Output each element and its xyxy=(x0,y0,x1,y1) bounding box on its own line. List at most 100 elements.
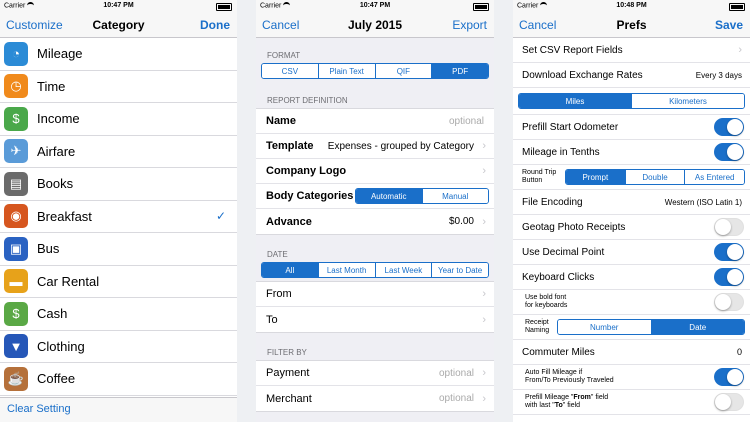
chevron-right-icon: › xyxy=(482,140,486,152)
category-label: Bus xyxy=(37,241,60,257)
template-label: Template xyxy=(266,140,314,152)
advance-row[interactable]: Advance $0.00 › xyxy=(256,209,494,234)
category-row-cash[interactable]: $ Cash xyxy=(0,298,237,331)
decimal-point-toggle[interactable] xyxy=(714,243,744,261)
category-label: Time xyxy=(37,78,66,94)
done-button[interactable]: Done xyxy=(200,18,230,32)
format-option-qif[interactable]: QIF xyxy=(374,64,432,78)
exchange-rates-row[interactable]: Download Exchange Rates Every 3 days xyxy=(513,63,750,88)
prefill-odometer-toggle[interactable] xyxy=(714,118,744,136)
format-option-plain-text[interactable]: Plain Text xyxy=(317,64,375,78)
category-row-breakfast[interactable]: ◉ Breakfast ✓ xyxy=(0,201,237,233)
company-logo-label: Company Logo xyxy=(266,165,347,177)
geotag-toggle[interactable] xyxy=(714,218,744,236)
chevron-right-icon: › xyxy=(738,44,742,56)
commuter-miles-row[interactable]: Commuter Miles 0 xyxy=(513,340,750,365)
body-option-manual[interactable]: Manual xyxy=(421,189,488,203)
prefill-from-label: Prefill Mileage "From" field with last "… xyxy=(525,394,609,409)
date-option-year-to-date[interactable]: Year to Date xyxy=(431,263,488,277)
book-icon: ▤ xyxy=(4,171,28,196)
prefill-from-toggle[interactable] xyxy=(714,393,744,411)
report-definition-header: REPORT DEFINITION xyxy=(267,96,348,105)
category-row-airfare[interactable]: ✈ Airfare xyxy=(0,136,237,168)
keyboard-clicks-row: Keyboard Clicks xyxy=(513,265,750,290)
screen-gap-right xyxy=(494,0,513,422)
autofill-toggle[interactable] xyxy=(714,368,744,386)
speedometer-icon: ◔ xyxy=(4,41,28,66)
filter-section-header: FILTER BY xyxy=(267,348,307,357)
battery-icon xyxy=(729,3,745,11)
decimal-point-row: Use Decimal Point xyxy=(513,240,750,265)
round-trip-option-prompt[interactable]: Prompt xyxy=(566,170,625,184)
geotag-label: Geotag Photo Receipts xyxy=(522,221,626,233)
name-input[interactable]: optional xyxy=(449,116,484,127)
file-encoding-row[interactable]: File Encoding Western (ISO Latin 1) xyxy=(513,190,750,215)
format-option-csv[interactable]: CSV xyxy=(262,64,318,78)
template-row[interactable]: Template Expenses - grouped by Category … xyxy=(256,134,494,159)
category-label: Mileage xyxy=(37,46,83,62)
chevron-right-icon: › xyxy=(482,165,486,177)
units-wrap: Miles Kilometers xyxy=(513,88,750,115)
units-option-miles[interactable]: Miles xyxy=(519,94,631,108)
receipt-option-number[interactable]: Number xyxy=(558,320,651,334)
category-row-coffee[interactable]: ☕ Coffee xyxy=(0,363,237,396)
body-categories-row: Body Categories Automatic Manual xyxy=(256,184,494,209)
body-categories-label: Body Categories xyxy=(266,190,354,202)
nav-bar: Cancel July 2015 Export xyxy=(256,13,494,38)
category-screen: Carrier 10:47 PM Customize Category Done… xyxy=(0,0,237,422)
date-option-last-month[interactable]: Last Month xyxy=(317,263,375,277)
keyboard-clicks-toggle[interactable] xyxy=(714,268,744,286)
round-trip-option-as-entered[interactable]: As Entered xyxy=(684,170,744,184)
body-option-automatic[interactable]: Automatic xyxy=(356,189,422,203)
cash-icon: $ xyxy=(4,301,28,326)
format-option-pdf[interactable]: PDF xyxy=(431,64,488,78)
date-option-last-week[interactable]: Last Week xyxy=(374,263,432,277)
body-categories-segmented-control: Automatic Manual xyxy=(355,188,489,204)
category-row-books[interactable]: ▤ Books xyxy=(0,168,237,201)
payment-input[interactable]: optional xyxy=(439,368,474,379)
merchant-input[interactable]: optional xyxy=(439,393,474,404)
file-encoding-value: Western (ISO Latin 1) xyxy=(664,197,742,207)
export-button[interactable]: Export xyxy=(452,18,487,32)
units-option-kilometers[interactable]: Kilometers xyxy=(631,94,744,108)
category-label: Breakfast xyxy=(37,208,92,224)
units-segmented-control: Miles Kilometers xyxy=(518,93,745,109)
category-row-mileage[interactable]: ◔ Mileage xyxy=(0,38,237,71)
exchange-rates-value: Every 3 days xyxy=(695,70,742,80)
nav-bar: Cancel Prefs Save xyxy=(513,13,750,38)
bold-font-toggle[interactable] xyxy=(714,293,744,311)
from-row[interactable]: From › xyxy=(256,282,494,307)
checkmark-icon: ✓ xyxy=(215,209,226,224)
bus-icon: ▣ xyxy=(4,236,28,261)
round-trip-label: Round Trip Button xyxy=(522,169,557,184)
merchant-row[interactable]: Merchant optional › xyxy=(256,386,494,411)
category-row-time[interactable]: ◷ Time xyxy=(0,71,237,103)
to-row[interactable]: To › xyxy=(256,307,494,332)
company-logo-row[interactable]: Company Logo › xyxy=(256,159,494,184)
clear-setting-button[interactable]: Clear Setting xyxy=(7,403,71,415)
date-segmented-control: All Last Month Last Week Year to Date xyxy=(261,262,489,278)
status-bar: Carrier 10:47 PM xyxy=(256,0,494,13)
category-row-bus[interactable]: ▣ Bus xyxy=(0,233,237,266)
save-button[interactable]: Save xyxy=(715,18,743,32)
receipt-option-date[interactable]: Date xyxy=(650,320,744,334)
breakfast-icon: ◉ xyxy=(4,204,28,229)
category-row-car-rental[interactable]: ▬ Car Rental xyxy=(0,266,237,298)
format-segmented-control: CSV Plain Text QIF PDF xyxy=(261,63,489,79)
template-value: Expenses - grouped by Category xyxy=(327,140,474,152)
prefill-odometer-label: Prefill Start Odometer xyxy=(522,121,619,133)
export-screen: Carrier 10:47 PM Cancel July 2015 Export… xyxy=(256,0,494,422)
category-row-income[interactable]: $ Income xyxy=(0,103,237,136)
name-row[interactable]: Name optional xyxy=(256,109,494,134)
payment-row[interactable]: Payment optional › xyxy=(256,361,494,386)
keyboard-clicks-label: Keyboard Clicks xyxy=(522,271,595,283)
mileage-tenths-toggle[interactable] xyxy=(714,143,744,161)
autofill-row: Auto Fill Mileage if From/To Previously T… xyxy=(513,365,750,390)
category-label: Airfare xyxy=(37,143,76,159)
category-row-clothing[interactable]: ▼ Clothing xyxy=(0,331,237,363)
csv-fields-row[interactable]: Set CSV Report Fields › xyxy=(513,38,750,63)
round-trip-option-double[interactable]: Double xyxy=(624,170,685,184)
format-section-header: FORMAT xyxy=(267,51,301,60)
chevron-right-icon: › xyxy=(482,392,486,405)
date-option-all[interactable]: All xyxy=(262,263,318,277)
